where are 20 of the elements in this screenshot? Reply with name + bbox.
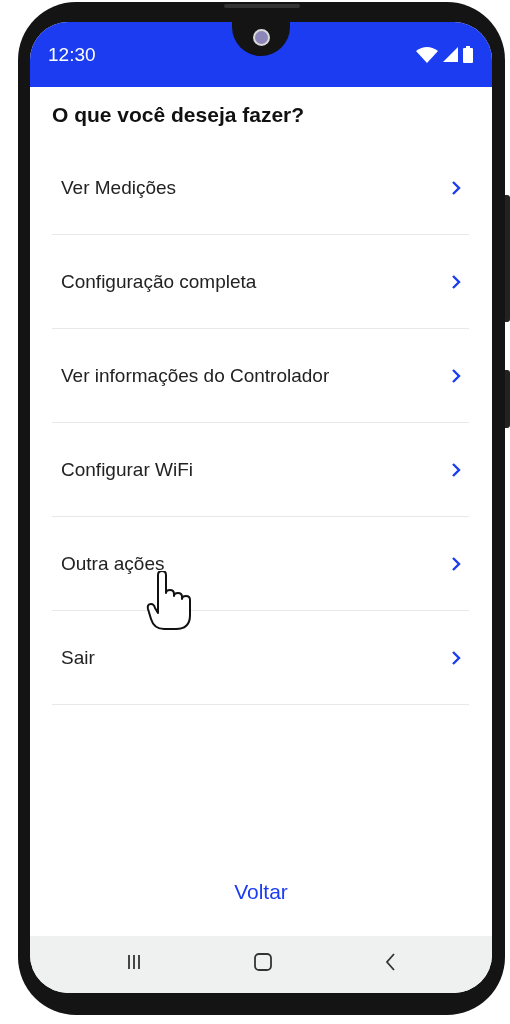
chevron-right-icon [451,555,461,572]
signal-icon [443,47,458,62]
back-icon[interactable] [384,952,396,971]
camera-icon [252,28,270,46]
menu-item[interactable]: Ver Medições [52,141,469,235]
recent-apps-icon[interactable] [126,953,141,970]
chevron-right-icon [451,273,461,290]
chevron-right-icon [451,649,461,666]
wifi-icon [416,46,438,63]
chevron-right-icon [451,367,461,384]
chevron-right-icon [451,461,461,478]
menu-item[interactable]: Ver informações do Controlador [52,329,469,423]
battery-icon [463,46,473,63]
back-button[interactable]: Voltar [220,872,302,912]
menu-item[interactable]: Configuração completa [52,235,469,329]
home-icon[interactable] [253,952,272,971]
menu-item[interactable]: Configurar WiFi [52,423,469,517]
page-title: O que você deseja fazer? [51,102,306,128]
chevron-right-icon [451,179,461,196]
status-time: 12:30 [48,43,96,66]
